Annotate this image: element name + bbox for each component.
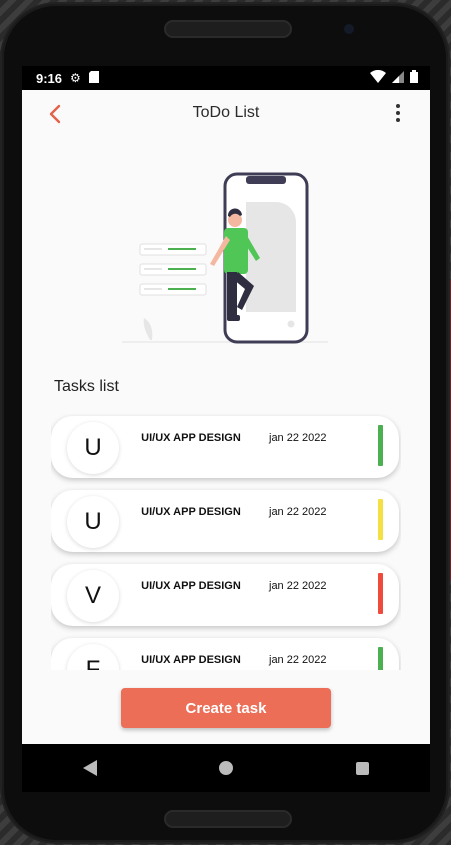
task-date: jan 22 2022	[269, 432, 327, 444]
nav-back-icon[interactable]	[70, 748, 110, 788]
page-title: ToDo List	[192, 104, 260, 121]
task-list[interactable]: U UI/UX APP DESIGN jan 22 2022 U UI/UX A…	[51, 414, 401, 670]
task-title: UI/UX APP DESIGN	[141, 580, 241, 592]
task-date: jan 22 2022	[269, 580, 327, 592]
task-initial-avatar: V	[67, 570, 119, 622]
more-vert-icon[interactable]	[390, 104, 406, 124]
sd-card-icon	[88, 70, 99, 86]
task-card[interactable]: U UI/UX APP DESIGN jan 22 2022	[51, 490, 399, 552]
bottom-speaker	[164, 810, 292, 828]
front-camera	[344, 24, 354, 34]
task-card[interactable]: U UI/UX APP DESIGN jan 22 2022	[51, 416, 399, 478]
task-initial-avatar: F	[67, 644, 119, 670]
task-initial-avatar: U	[67, 496, 119, 548]
task-initial-avatar: U	[67, 422, 119, 474]
settings-icon: ⚙	[70, 71, 81, 85]
task-card[interactable]: F UI/UX APP DESIGN jan 22 2022	[51, 638, 399, 670]
task-card[interactable]: V UI/UX APP DESIGN jan 22 2022	[51, 564, 399, 626]
battery-icon	[410, 70, 418, 86]
task-title: UI/UX APP DESIGN	[141, 506, 241, 518]
todo-illustration	[120, 166, 330, 346]
app-bar: ToDo List	[22, 90, 430, 138]
system-nav-bar	[22, 744, 430, 792]
signal-icon	[392, 70, 404, 86]
task-date: jan 22 2022	[269, 506, 327, 518]
task-status-indicator	[378, 647, 383, 670]
wifi-icon	[370, 69, 386, 86]
app-screen: 9:16 ⚙ ToDo List Tasks list U UI/UX APP …	[22, 66, 430, 792]
task-status-indicator	[378, 499, 383, 540]
nav-home-icon[interactable]	[206, 748, 246, 788]
create-task-button[interactable]: Create task	[121, 688, 331, 728]
tasks-list-heading: Tasks list	[54, 378, 119, 395]
earpiece	[164, 20, 292, 38]
task-title: UI/UX APP DESIGN	[141, 654, 241, 666]
task-date: jan 22 2022	[269, 654, 327, 666]
nav-recents-icon[interactable]	[342, 748, 382, 788]
status-bar: 9:16 ⚙	[22, 66, 430, 90]
task-status-indicator	[378, 573, 383, 614]
task-status-indicator	[378, 425, 383, 466]
status-time: 9:16	[36, 70, 63, 86]
task-title: UI/UX APP DESIGN	[141, 432, 241, 444]
